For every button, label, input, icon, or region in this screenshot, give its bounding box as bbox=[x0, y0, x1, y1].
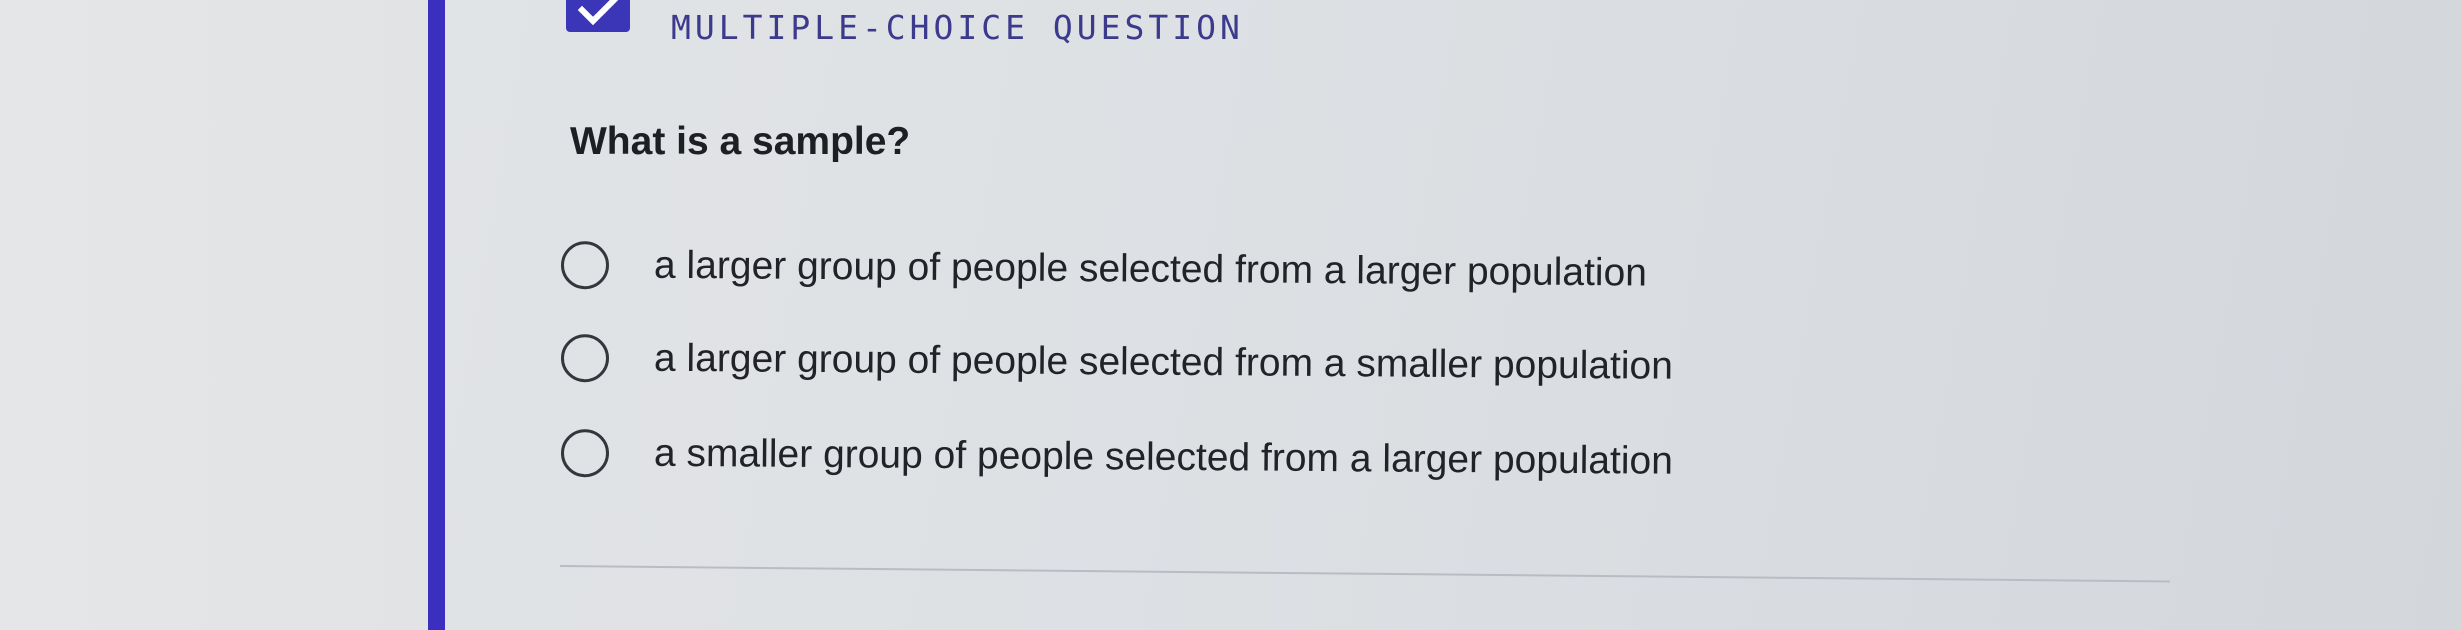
radio-button-icon[interactable] bbox=[560, 429, 610, 478]
divider bbox=[559, 565, 2170, 583]
answer-choice-label[interactable]: a larger group of people selected from a… bbox=[654, 244, 1647, 296]
question-prompt: What is a sample? bbox=[570, 120, 911, 163]
answer-choice-label[interactable]: a smaller group of people selected from … bbox=[654, 432, 1673, 484]
question-type-label: MULTIPLE-CHOICE QUESTION bbox=[671, 8, 1244, 47]
question-card: MULTIPLE-CHOICE QUESTION What is a sampl… bbox=[445, 0, 2462, 630]
answer-choice-label[interactable]: a larger group of people selected from a… bbox=[654, 337, 1673, 389]
left-margin bbox=[0, 0, 428, 630]
question-accent-bar bbox=[428, 0, 445, 630]
radio-button-icon[interactable] bbox=[560, 334, 610, 383]
answer-choice-2[interactable]: a larger group of people selected from a… bbox=[560, 328, 1673, 397]
radio-button-icon[interactable] bbox=[560, 241, 610, 290]
answer-choice-1[interactable]: a larger group of people selected from a… bbox=[560, 235, 1647, 304]
checkbox-checked-icon bbox=[566, 0, 630, 32]
answer-choice-3[interactable]: a smaller group of people selected from … bbox=[560, 423, 1673, 492]
